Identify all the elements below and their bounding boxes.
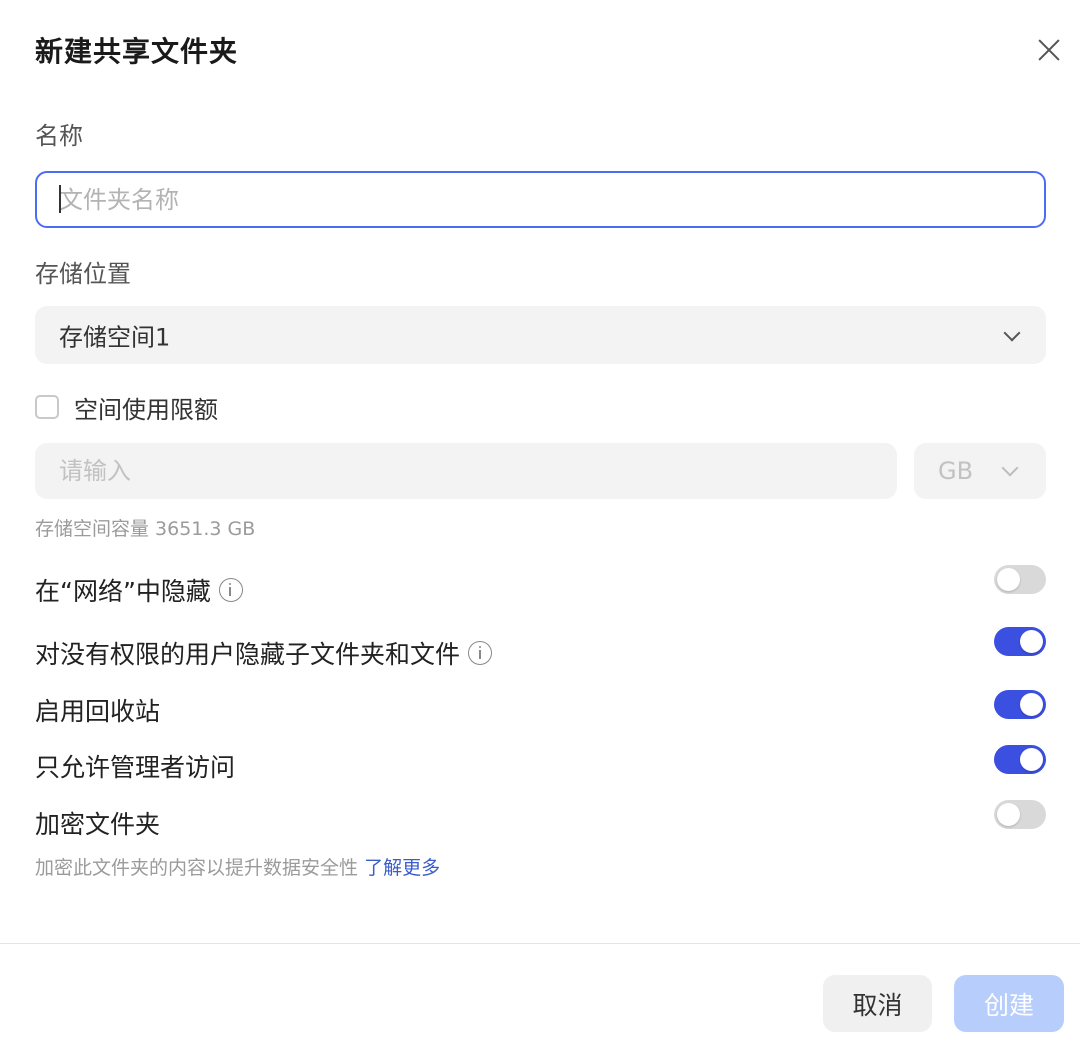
quota-checkbox-label: 空间使用限额 [74,396,218,424]
option-label: 在“网络”中隐藏 [35,577,211,606]
encrypt-hint: 加密此文件夹的内容以提升数据安全性 了解更多 [35,853,440,880]
folder-name-input[interactable] [35,171,1046,228]
toggle-encrypt-folder[interactable] [994,800,1046,829]
dialog-title: 新建共享文件夹 [35,35,239,68]
quota-input[interactable] [35,443,897,499]
toggle-knob [1020,748,1043,771]
option-encrypt-folder: 加密文件夹 [35,805,160,841]
option-label: 只允许管理者访问 [35,753,236,782]
create-button[interactable]: 创建 [954,975,1064,1032]
learn-more-link[interactable]: 了解更多 [364,857,440,879]
toggle-knob [997,803,1020,826]
toggle-admin-only[interactable] [994,745,1046,774]
option-hide-subfolders: 对没有权限的用户隐藏子文件夹和文件 [35,635,493,671]
quota-unit-select[interactable]: GB [914,443,1046,499]
encrypt-hint-text: 加密此文件夹的内容以提升数据安全性 [35,857,359,879]
info-icon[interactable] [218,578,243,602]
info-icon[interactable] [468,641,493,665]
option-label: 启用回收站 [35,697,161,726]
name-label: 名称 [35,122,83,150]
toggle-knob [1020,630,1043,653]
footer-divider [0,943,1080,944]
chevron-down-icon [1003,324,1021,342]
option-hide-in-network: 在“网络”中隐藏 [35,572,243,608]
close-icon[interactable] [1030,32,1068,70]
storage-location-select[interactable]: 存储空间1 [35,306,1046,364]
quota-unit-value: GB [938,457,974,485]
new-shared-folder-dialog: 新建共享文件夹 名称 存储位置 存储空间1 空间使用限额 GB 存储空间容量 3… [0,0,1080,1058]
toggle-knob [1020,693,1043,716]
storage-location-value: 存储空间1 [59,323,171,352]
quota-checkbox[interactable] [35,395,59,419]
option-label: 加密文件夹 [35,810,161,839]
chevron-down-icon [1001,459,1019,477]
option-recycle-bin: 启用回收站 [35,692,160,728]
toggle-hide-subfolders[interactable] [994,627,1046,656]
option-label: 对没有权限的用户隐藏子文件夹和文件 [35,640,461,669]
toggle-knob [997,568,1020,591]
storage-location-label: 存储位置 [35,260,131,288]
option-admin-only: 只允许管理者访问 [35,748,235,784]
storage-capacity-hint: 存储空间容量 3651.3 GB [35,518,256,540]
toggle-hide-in-network[interactable] [994,565,1046,594]
toggle-recycle-bin[interactable] [994,690,1046,719]
text-caret [59,185,61,213]
cancel-button[interactable]: 取消 [823,975,932,1032]
